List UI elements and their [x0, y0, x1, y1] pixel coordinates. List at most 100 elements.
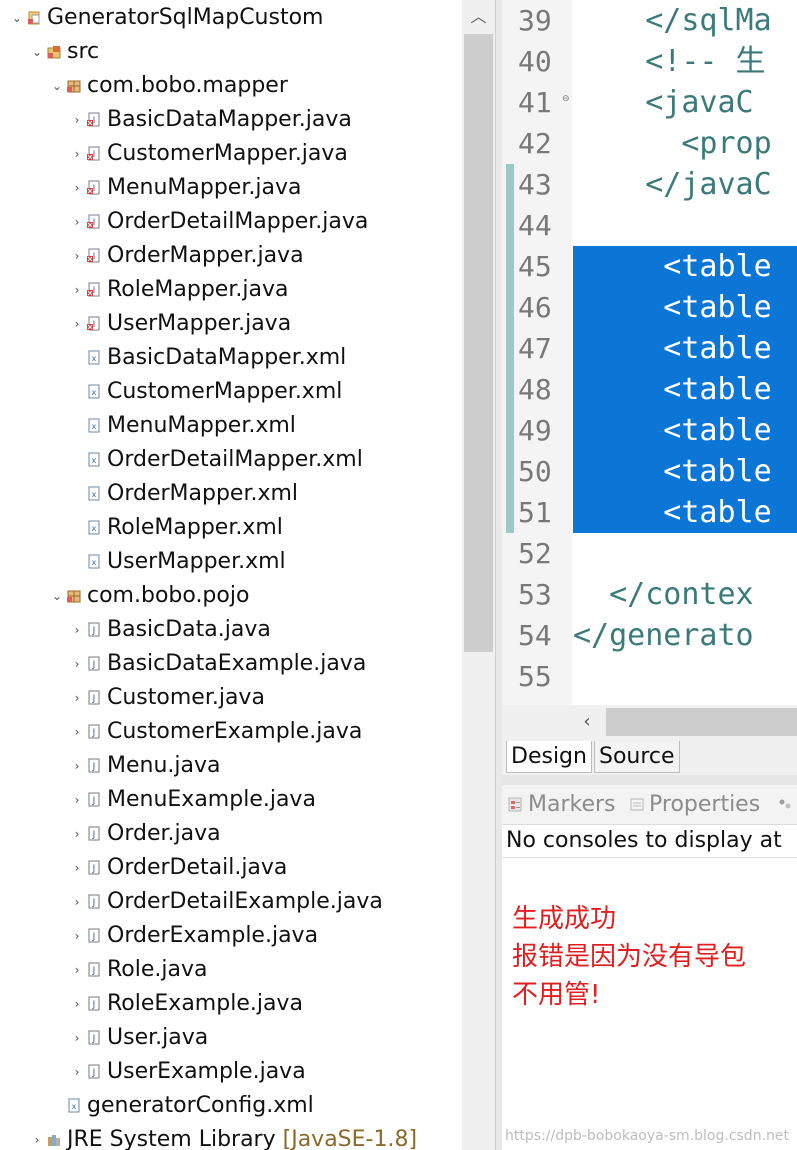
code-line[interactable]: 49 <table — [502, 410, 797, 451]
java-file-icon: J — [88, 1064, 100, 1079]
chevron-right-icon[interactable]: › — [70, 851, 84, 885]
tree-item[interactable]: x UserMapper.xml — [0, 545, 462, 579]
chevron-right-icon[interactable]: › — [70, 885, 84, 919]
tab-source[interactable]: Source — [594, 741, 680, 773]
tree-item[interactable]: x MenuMapper.xml — [0, 409, 462, 443]
tab-markers[interactable]: Markers — [528, 785, 616, 825]
code-line[interactable]: 48 <table — [502, 369, 797, 410]
chevron-right-icon[interactable]: › — [70, 171, 84, 205]
code-line[interactable]: 45 <table — [502, 246, 797, 287]
tree-item[interactable]: › J RoleExample.java — [0, 987, 462, 1021]
tree-item[interactable]: › I OrderDetailMapper.java — [0, 205, 462, 239]
tree-item[interactable]: x OrderDetailMapper.xml — [0, 443, 462, 477]
scroll-left-arrow-icon[interactable]: ‹ — [572, 705, 602, 739]
tree-item[interactable]: ⌄ com.bobo.mapper — [0, 69, 462, 103]
tree-item[interactable]: › I MenuMapper.java — [0, 171, 462, 205]
tree-item[interactable]: › J OrderExample.java — [0, 919, 462, 953]
svg-text:I: I — [93, 218, 96, 228]
package-explorer-tree[interactable]: ⌄ GeneratorSqlMapCustom ⌄ src ⌄ com.bobo.mapp… — [0, 0, 462, 1150]
code-line[interactable]: 53 </contex — [502, 574, 797, 615]
tree-item[interactable]: ⌄ GeneratorSqlMapCustom — [0, 1, 462, 35]
editor-horizontal-scrollbar[interactable]: ‹ — [502, 705, 797, 739]
view-separator[interactable] — [502, 775, 797, 785]
tree-item[interactable]: › J BasicData.java — [0, 613, 462, 647]
chevron-right-icon[interactable]: › — [70, 987, 84, 1021]
xml-source-editor[interactable]: 39 </sqlMa 40 <!-- 生 41 ⊖ <javaC 42 <prop 43 … — [502, 0, 797, 705]
code-line[interactable]: 54 </generato — [502, 615, 797, 656]
tree-item[interactable]: x generatorConfig.xml — [0, 1089, 462, 1123]
chevron-right-icon[interactable]: › — [30, 1123, 44, 1150]
tree-item-label: CustomerMapper.java — [107, 137, 348, 171]
code-line[interactable]: 40 <!-- 生 — [502, 41, 797, 82]
scroll-up-arrow-icon[interactable]: ︿ — [462, 0, 495, 34]
tree-item[interactable]: ⌄ src — [0, 35, 462, 69]
tree-item[interactable]: x RoleMapper.xml — [0, 511, 462, 545]
chevron-right-icon[interactable]: › — [70, 749, 84, 783]
chevron-right-icon[interactable]: › — [70, 919, 84, 953]
tree-item[interactable]: › I UserMapper.java — [0, 307, 462, 341]
tree-item[interactable]: x OrderMapper.xml — [0, 477, 462, 511]
tree-item[interactable]: x CustomerMapper.xml — [0, 375, 462, 409]
tree-vertical-scrollbar[interactable]: ︿ — [462, 0, 495, 1150]
tab-properties[interactable]: Properties — [649, 785, 760, 825]
code-line[interactable]: 51 <table — [502, 492, 797, 533]
scrollbar-thumb[interactable] — [464, 34, 493, 652]
tree-item[interactable]: › J Menu.java — [0, 749, 462, 783]
chevron-right-icon[interactable]: › — [70, 1055, 84, 1089]
chevron-down-icon[interactable]: ⌄ — [50, 579, 64, 613]
chevron-right-icon[interactable]: › — [70, 817, 84, 851]
code-line[interactable]: 39 </sqlMa — [502, 0, 797, 41]
code-line[interactable]: 47 <table — [502, 328, 797, 369]
tree-item[interactable]: › J MenuExample.java — [0, 783, 462, 817]
scrollbar-thumb[interactable] — [606, 708, 797, 736]
chevron-right-icon[interactable]: › — [70, 681, 84, 715]
tree-item[interactable]: › I OrderMapper.java — [0, 239, 462, 273]
chevron-down-icon[interactable]: ⌄ — [30, 35, 44, 69]
code-line[interactable]: 50 <table — [502, 451, 797, 492]
chevron-right-icon[interactable]: › — [70, 273, 84, 307]
tree-item[interactable]: › J Customer.java — [0, 681, 462, 715]
chevron-right-icon[interactable]: › — [70, 783, 84, 817]
code-line[interactable]: 41 ⊖ <javaC — [502, 82, 797, 123]
chevron-right-icon[interactable]: › — [70, 715, 84, 749]
tree-item[interactable]: ⌄ com.bobo.pojo — [0, 579, 462, 613]
tab-design[interactable]: Design — [506, 741, 592, 773]
tree-item[interactable]: › J Order.java — [0, 817, 462, 851]
chevron-right-icon[interactable]: › — [70, 137, 84, 171]
chevron-right-icon[interactable]: › — [70, 953, 84, 987]
tree-item[interactable]: › J Role.java — [0, 953, 462, 987]
tree-item[interactable]: › J OrderDetail.java — [0, 851, 462, 885]
pane-splitter[interactable] — [495, 0, 502, 1150]
chevron-right-icon[interactable]: › — [70, 307, 84, 341]
tree-item-name: MenuMapper.xml — [107, 413, 296, 438]
tree-item[interactable]: › I RoleMapper.java — [0, 273, 462, 307]
code-line[interactable]: 46 <table — [502, 287, 797, 328]
tree-item[interactable]: › I BasicDataMapper.java — [0, 103, 462, 137]
code-line[interactable]: 43 </javaC — [502, 164, 797, 205]
chevron-right-icon[interactable]: › — [70, 205, 84, 239]
code-line[interactable]: 52 — [502, 533, 797, 574]
tree-item[interactable]: › JRE System Library [JavaSE-1.8] — [0, 1123, 462, 1150]
chevron-right-icon[interactable]: › — [70, 613, 84, 647]
line-number: 55 — [518, 660, 552, 693]
tree-item[interactable]: x BasicDataMapper.xml — [0, 341, 462, 375]
change-marker — [506, 287, 514, 328]
tree-item[interactable]: › J User.java — [0, 1021, 462, 1055]
chevron-down-icon[interactable]: ⌄ — [10, 1, 24, 35]
tree-item[interactable]: › J UserExample.java — [0, 1055, 462, 1089]
code-line[interactable]: 44 — [502, 205, 797, 246]
chevron-right-icon[interactable]: › — [70, 647, 84, 681]
chevron-right-icon[interactable]: › — [70, 1021, 84, 1055]
java-file-icon: J — [88, 860, 100, 875]
tree-item[interactable]: › J OrderDetailExample.java — [0, 885, 462, 919]
tree-item[interactable]: › J CustomerExample.java — [0, 715, 462, 749]
chevron-down-icon[interactable]: ⌄ — [50, 69, 64, 103]
tree-item[interactable]: › J BasicDataExample.java — [0, 647, 462, 681]
chevron-right-icon[interactable]: › — [70, 103, 84, 137]
fold-toggle-icon[interactable]: ⊖ — [562, 94, 570, 104]
tree-item[interactable]: › I CustomerMapper.java — [0, 137, 462, 171]
chevron-right-icon[interactable]: › — [70, 239, 84, 273]
code-line[interactable]: 55 — [502, 656, 797, 697]
code-line[interactable]: 42 <prop — [502, 123, 797, 164]
properties-icon — [630, 798, 644, 811]
